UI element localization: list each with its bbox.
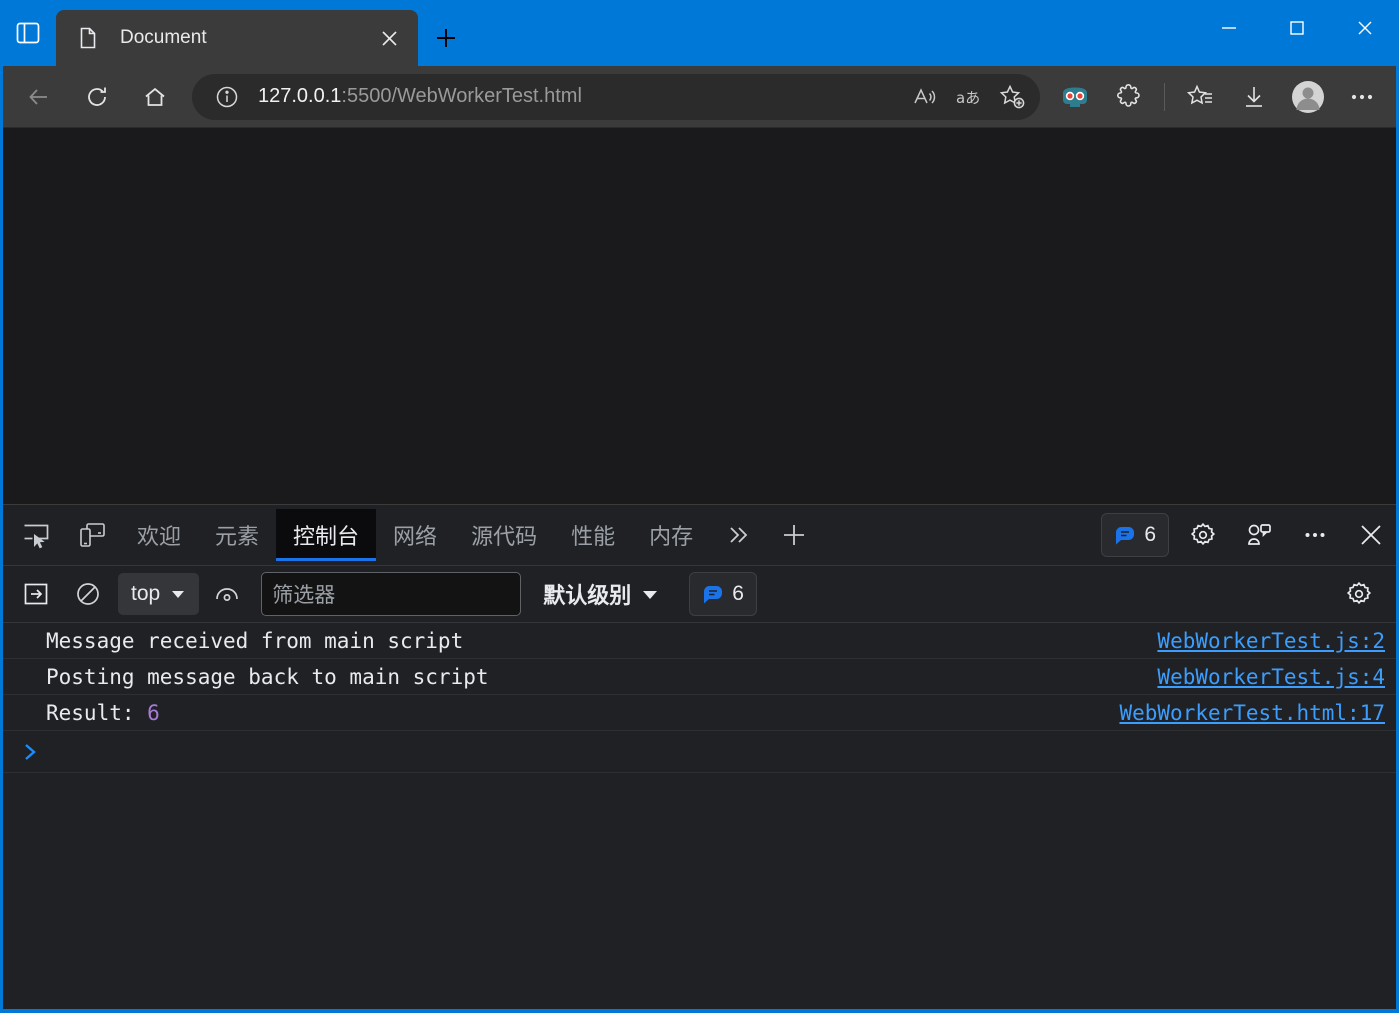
window-edge-bottom xyxy=(0,1009,1399,1013)
tab-actions-button[interactable] xyxy=(0,0,56,66)
devtools-tab-console[interactable]: 控制台 xyxy=(276,509,377,561)
issues-count: 6 xyxy=(1144,523,1156,546)
issues-badge[interactable]: 6 xyxy=(1101,513,1169,557)
log-level-label: 默认级别 xyxy=(543,583,632,608)
console-sidebar-icon[interactable] xyxy=(14,573,58,615)
window-edge-left xyxy=(0,66,3,1013)
profile-icon[interactable] xyxy=(1283,72,1333,122)
home-button[interactable] xyxy=(131,73,179,121)
device-emulation-icon[interactable] xyxy=(67,511,117,559)
eye-icon[interactable] xyxy=(205,573,249,615)
devtools-tab-welcome[interactable]: 欢迎 xyxy=(120,509,198,561)
console-log-value: 6 xyxy=(147,700,160,725)
console-log-label: Result: xyxy=(46,700,148,725)
console-filter-input[interactable]: 筛选器 xyxy=(261,572,522,616)
settings-gear-icon[interactable] xyxy=(1178,511,1228,559)
minimize-button[interactable] xyxy=(1195,0,1263,56)
browser-tab[interactable]: Document xyxy=(56,10,418,66)
add-panel-icon[interactable] xyxy=(769,511,819,559)
console-prompt-chevron-icon xyxy=(18,740,42,764)
devtools-tab-elements[interactable]: 元素 xyxy=(198,509,276,561)
console-log-row[interactable]: Message received from main script WebWor… xyxy=(0,623,1399,659)
console-log-source-link[interactable]: WebWorkerTest.js:2 xyxy=(1137,629,1385,653)
devtools-panel: 欢迎 元素 控制台 网络 源代码 性能 内存 6 top 筛选器 默认级别 6 … xyxy=(0,504,1399,1013)
svg-text:aあ: aあ xyxy=(956,89,980,107)
url-path: :5500/WebWorkerTest.html xyxy=(341,85,582,107)
browser-window: Document 127.0.0.1:5500/WebWorkerTest.ht… xyxy=(0,0,1399,1013)
devtools-tab-sources[interactable]: 源代码 xyxy=(454,509,554,561)
log-level-select[interactable]: 默认级别 xyxy=(533,573,669,615)
more-tabs-icon[interactable] xyxy=(713,511,763,559)
document-icon xyxy=(76,26,100,50)
new-tab-button[interactable] xyxy=(418,10,474,66)
devtools-tabbar: 欢迎 元素 控制台 网络 源代码 性能 内存 6 xyxy=(0,505,1399,566)
console-log-row[interactable]: Result: 6 WebWorkerTest.html:17 xyxy=(0,695,1399,731)
message-bubble-icon xyxy=(1114,524,1136,546)
console-message-badge[interactable]: 6 xyxy=(689,572,757,616)
address-bar[interactable]: 127.0.0.1:5500/WebWorkerTest.html aあ xyxy=(192,73,1040,120)
inspect-element-icon[interactable] xyxy=(11,511,61,559)
collections-icon[interactable] xyxy=(1175,72,1225,122)
site-information-icon[interactable] xyxy=(210,80,244,114)
toolbar-divider xyxy=(1164,82,1165,111)
address-bar-actions: aあ xyxy=(902,77,1034,117)
address-bar-url[interactable]: 127.0.0.1:5500/WebWorkerTest.html xyxy=(258,85,902,108)
more-options-icon[interactable] xyxy=(1290,511,1340,559)
console-log-source-link[interactable]: WebWorkerTest.js:4 xyxy=(1137,665,1385,689)
url-host: 127.0.0.1 xyxy=(258,85,342,107)
page-viewport xyxy=(0,128,1399,504)
context-label: top xyxy=(131,582,161,605)
back-button[interactable] xyxy=(15,73,63,121)
close-button[interactable] xyxy=(1331,0,1399,56)
tab-title: Document xyxy=(120,27,207,48)
refresh-button[interactable] xyxy=(73,73,121,121)
console-settings-gear-icon[interactable] xyxy=(1337,573,1381,615)
console-filter-bar: top 筛选器 默认级别 6 xyxy=(0,566,1399,623)
clear-console-icon[interactable] xyxy=(66,573,110,615)
console-log-source-link[interactable]: WebWorkerTest.html:17 xyxy=(1099,701,1385,725)
console-log-message: Message received from main script xyxy=(46,628,464,653)
title-bar: Document xyxy=(0,0,1399,66)
customize-devtools-icon[interactable] xyxy=(1234,511,1284,559)
close-devtools-icon[interactable] xyxy=(1346,511,1396,559)
devtools-tab-network[interactable]: 网络 xyxy=(376,509,454,561)
browser-essentials-icon[interactable] xyxy=(1050,72,1100,122)
console-prompt-row[interactable] xyxy=(0,731,1399,773)
maximize-button[interactable] xyxy=(1263,0,1331,56)
console-log-message: Result: 6 xyxy=(46,701,160,725)
translate-icon[interactable]: aあ xyxy=(946,77,990,117)
devtools-tab-performance[interactable]: 性能 xyxy=(554,509,632,561)
console-messages: Message received from main script WebWor… xyxy=(0,623,1399,1013)
message-bubble-icon xyxy=(702,583,724,605)
chevron-down-icon xyxy=(641,585,659,603)
chevron-down-icon xyxy=(170,586,186,602)
downloads-icon[interactable] xyxy=(1229,72,1279,122)
console-log-row[interactable]: Posting message back to main script WebW… xyxy=(0,659,1399,695)
add-favorite-icon[interactable] xyxy=(990,77,1034,117)
navigation-toolbar: 127.0.0.1:5500/WebWorkerTest.html aあ xyxy=(0,66,1399,128)
settings-and-more-icon[interactable] xyxy=(1337,72,1387,122)
tab-close-icon[interactable] xyxy=(372,21,406,55)
extensions-icon[interactable] xyxy=(1104,72,1154,122)
console-message-count: 6 xyxy=(732,582,744,605)
javascript-context-select[interactable]: top xyxy=(118,573,200,615)
console-log-message: Posting message back to main script xyxy=(46,664,489,689)
devtools-tab-memory[interactable]: 内存 xyxy=(632,509,710,561)
read-aloud-icon[interactable] xyxy=(902,77,946,117)
window-controls xyxy=(1195,0,1399,56)
